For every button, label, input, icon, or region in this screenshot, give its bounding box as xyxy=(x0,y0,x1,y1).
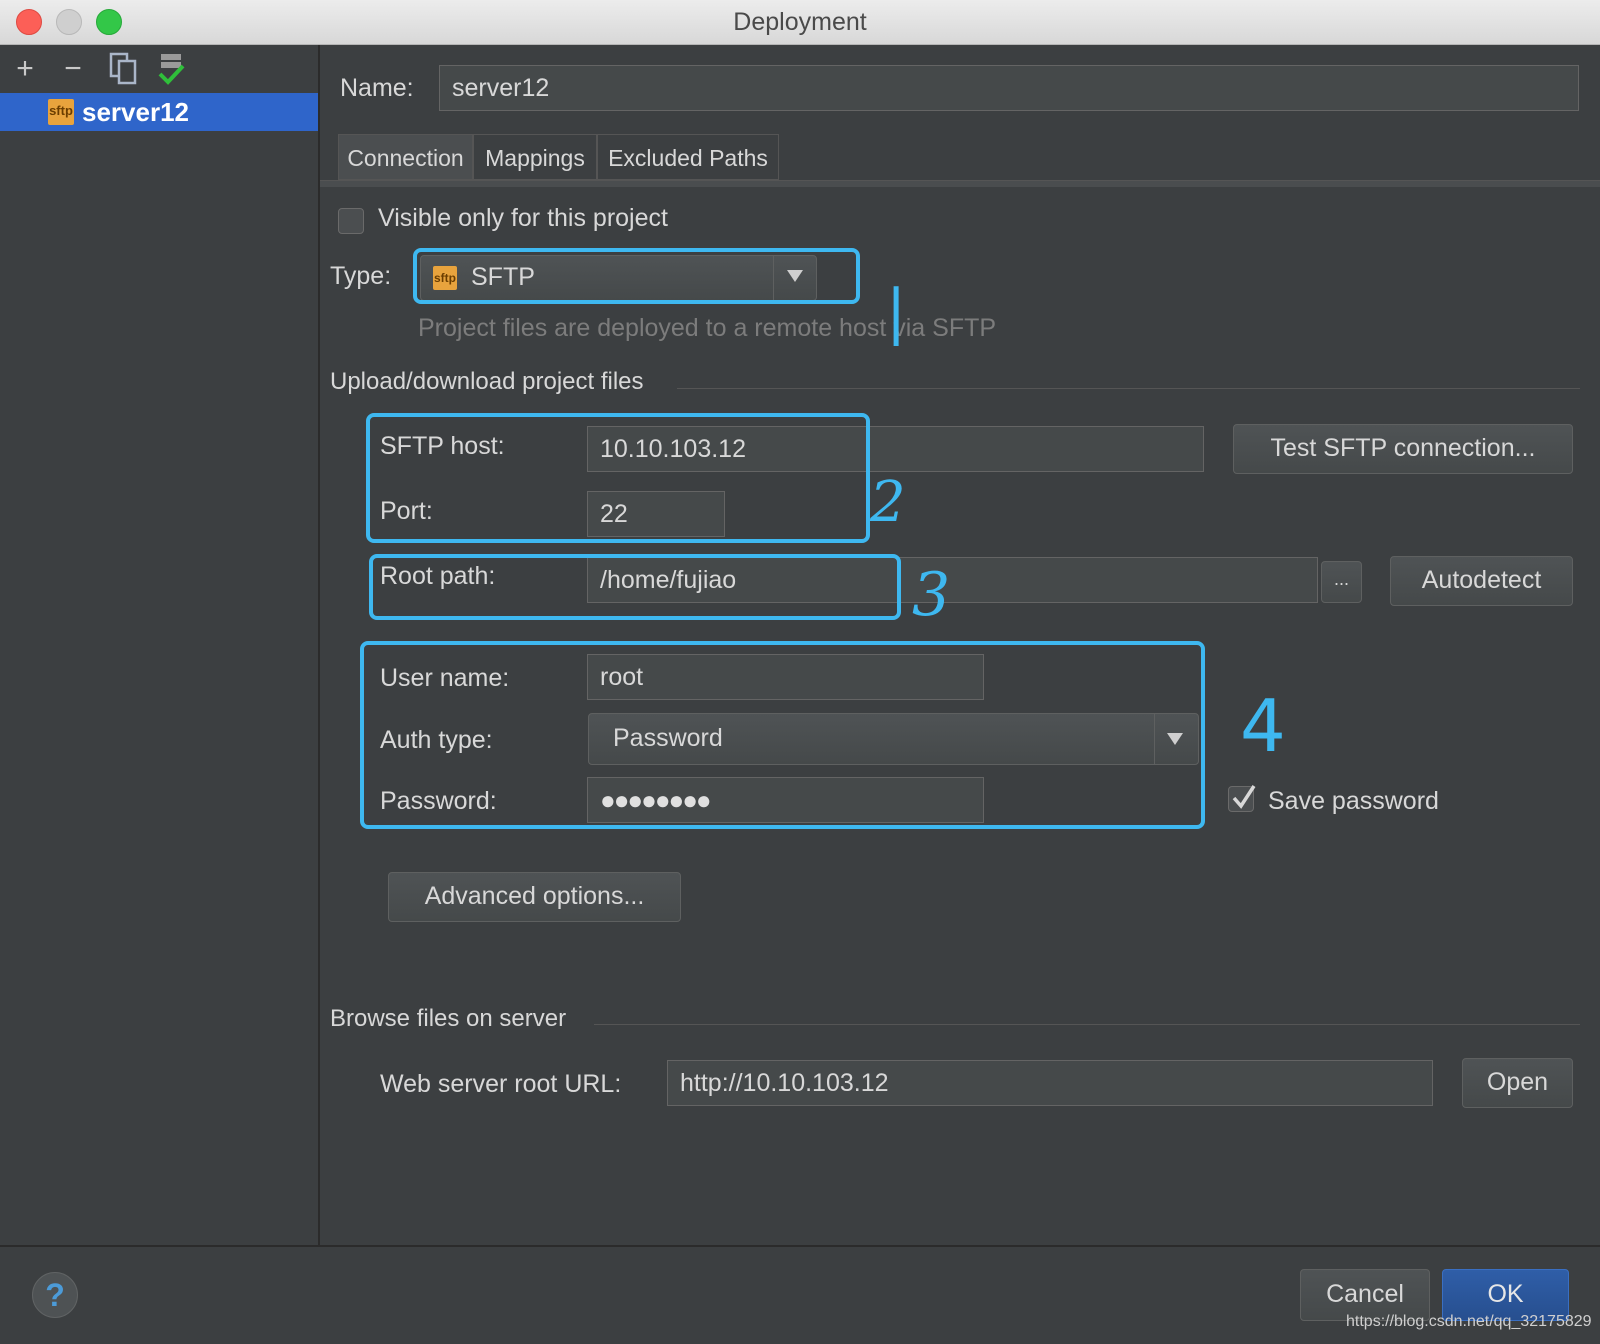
title-bar: Deployment xyxy=(0,0,1600,45)
visible-only-checkbox[interactable] xyxy=(338,208,364,234)
window-title: Deployment xyxy=(733,8,867,36)
remove-icon[interactable]: − xyxy=(56,52,90,86)
web-url-label: Web server root URL: xyxy=(380,1070,622,1098)
browse-root-path-button[interactable]: ... xyxy=(1321,561,1362,603)
browse-section-title: Browse files on server xyxy=(330,1005,567,1032)
upload-section-divider xyxy=(677,388,1580,389)
highlight-box-3 xyxy=(369,554,901,620)
default-server-icon[interactable] xyxy=(156,52,186,86)
type-label: Type: xyxy=(330,262,392,290)
copy-icon[interactable] xyxy=(108,52,138,86)
checkmark-icon xyxy=(1232,785,1256,809)
browse-section-divider xyxy=(594,1024,1580,1025)
help-icon[interactable]: ? xyxy=(32,1272,78,1318)
annotation-3: 3 xyxy=(912,560,951,630)
visible-only-label: Visible only for this project xyxy=(378,204,668,232)
sftp-server-icon: sftp xyxy=(48,99,74,125)
annotation-2: 2 xyxy=(870,470,906,535)
save-password-label: Save password xyxy=(1268,787,1439,815)
name-input[interactable]: server12 xyxy=(439,65,1579,111)
name-label: Name: xyxy=(340,74,414,102)
tab-excluded-paths[interactable]: Excluded Paths xyxy=(597,134,779,180)
server-name-label: server12 xyxy=(82,97,189,127)
test-connection-button[interactable]: Test SFTP connection... xyxy=(1233,424,1573,474)
autodetect-button[interactable]: Autodetect xyxy=(1390,556,1573,606)
tab-mappings[interactable]: Mappings xyxy=(473,134,597,180)
tab-connection[interactable]: Connection xyxy=(338,134,473,180)
web-url-input[interactable]: http://10.10.103.12 xyxy=(667,1060,1433,1106)
tab-underline xyxy=(320,180,1600,187)
highlight-box-4 xyxy=(360,641,1205,829)
advanced-options-button[interactable]: Advanced options... xyxy=(388,872,681,922)
watermark-text: https://blog.csdn.net/qq_32175829 xyxy=(1346,1313,1592,1330)
annotation-4: 4 xyxy=(1240,684,1286,768)
save-password-checkbox[interactable] xyxy=(1228,785,1256,812)
annotation-1: | xyxy=(886,277,907,347)
highlight-box-2 xyxy=(366,413,870,543)
type-hint: Project files are deployed to a remote h… xyxy=(418,314,997,342)
upload-section-title: Upload/download project files xyxy=(330,368,644,395)
open-button[interactable]: Open xyxy=(1462,1058,1573,1108)
server-list-item[interactable]: sftp server12 xyxy=(0,93,318,131)
highlight-box-1 xyxy=(413,248,860,304)
server-list-panel xyxy=(0,45,320,1245)
add-icon[interactable]: + xyxy=(8,52,42,86)
